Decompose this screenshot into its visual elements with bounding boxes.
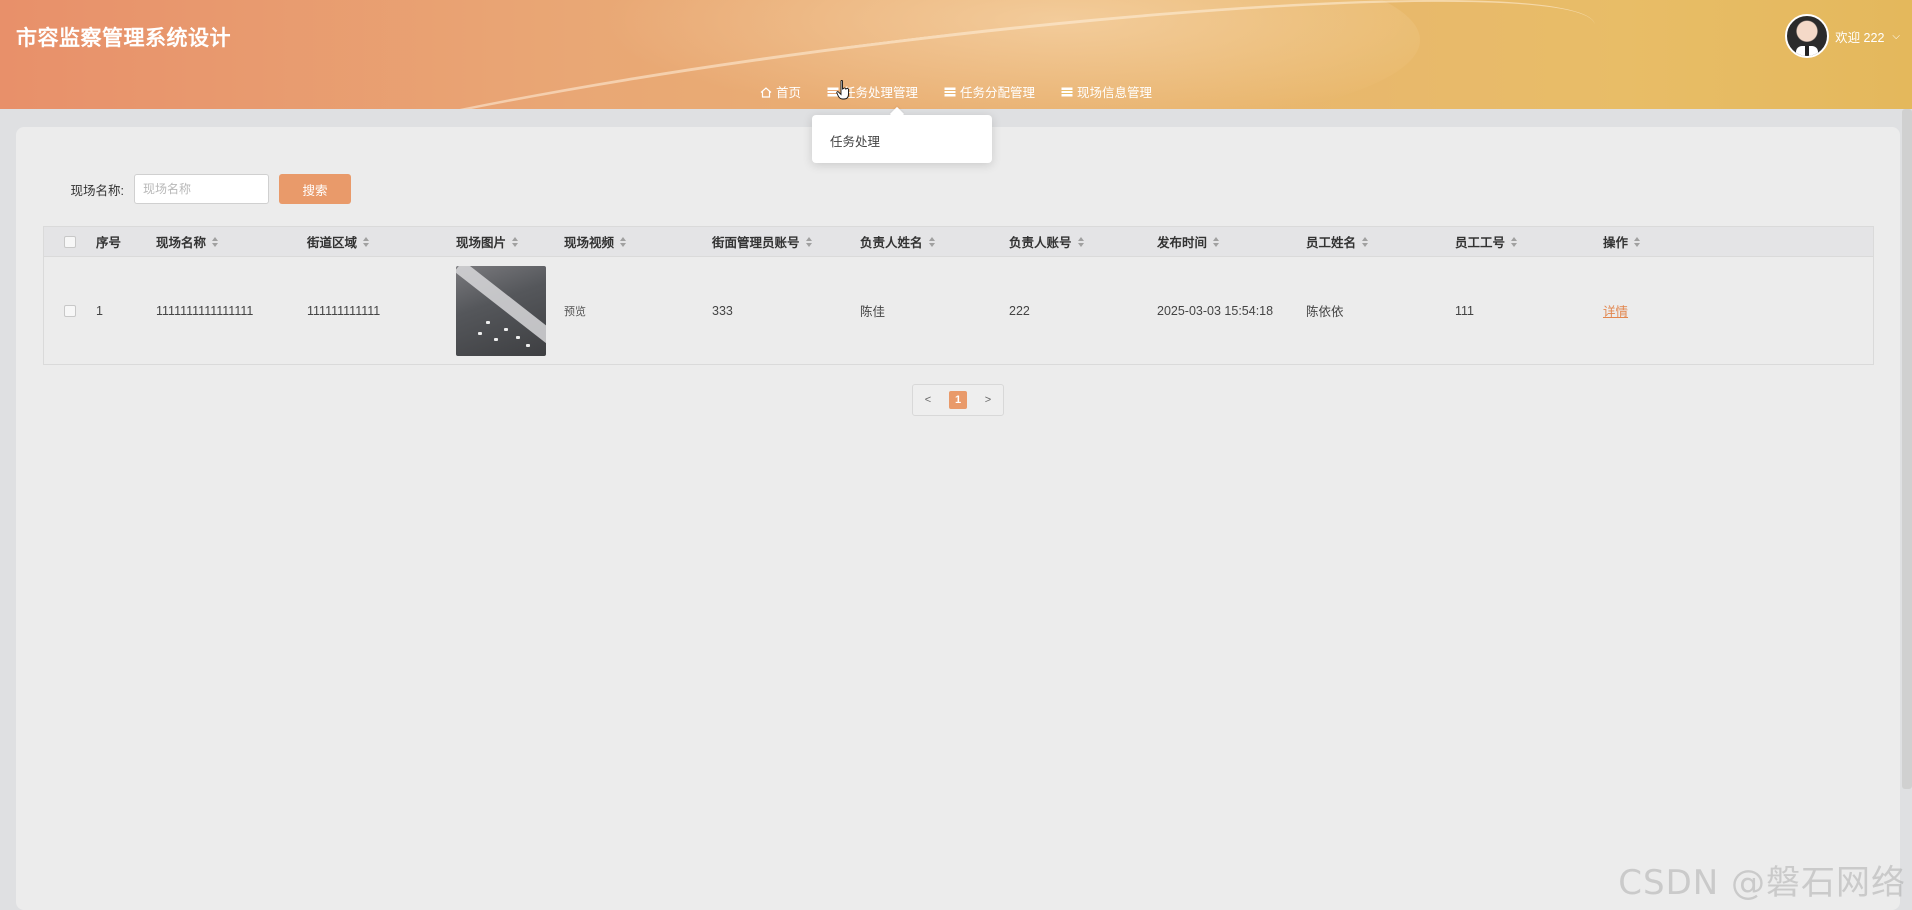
cell-employee-name: 陈依依: [1306, 305, 1344, 319]
home-icon: [760, 86, 772, 98]
column-header[interactable]: 负责人账号: [1007, 232, 1155, 251]
column-header[interactable]: 发布时间: [1155, 232, 1304, 251]
detail-link[interactable]: 详情: [1603, 301, 1628, 320]
column-header: 序号: [96, 236, 122, 250]
current-page[interactable]: 1: [949, 391, 967, 409]
nav-dropdown-menu: 任务处理: [812, 115, 992, 163]
search-bar: 现场名称: 搜索: [64, 174, 351, 204]
user-menu[interactable]: 欢迎 222 ⌵: [1785, 14, 1900, 58]
watermark: CSDN @磐石网络: [1618, 863, 1906, 903]
table-header: 序号 现场名称 街道区域 现场图片 现场视频 街面管理员账号 负责人姓名 负责人…: [44, 227, 1873, 257]
cell-site-image: [454, 265, 562, 356]
cell-street-admin-account: 333: [712, 303, 733, 318]
cell-site-name: 1111111111111111: [156, 303, 254, 318]
select-all-checkbox[interactable]: [44, 235, 94, 248]
cell-publish-time: 2025-03-03 15:54:18: [1157, 303, 1274, 318]
sort-icon[interactable]: [1077, 236, 1084, 247]
search-button[interactable]: 搜索: [279, 174, 351, 204]
list-icon: [1061, 87, 1073, 97]
column-header[interactable]: 员工姓名: [1304, 232, 1453, 251]
cell-street-area: 111111111111: [307, 303, 381, 318]
nav-label-site-info: 现场信息管理: [1077, 86, 1153, 100]
sort-icon[interactable]: [1511, 236, 1518, 247]
column-header[interactable]: 现场视频: [562, 232, 710, 251]
nav-item-home[interactable]: 首页: [760, 82, 801, 101]
list-icon: [944, 87, 956, 97]
chevron-down-icon[interactable]: ⌵: [1892, 31, 1900, 42]
column-header[interactable]: 街面管理员账号: [710, 232, 858, 251]
column-header[interactable]: 街道区域: [305, 232, 454, 251]
data-table: 序号 现场名称 街道区域 现场图片 现场视频 街面管理员账号 负责人姓名 负责人…: [43, 226, 1874, 365]
cell-actions: 详情: [1601, 301, 1751, 320]
scene-photo-thumbnail[interactable]: [456, 265, 546, 356]
search-input[interactable]: [134, 174, 269, 204]
page-scrollbar[interactable]: [1902, 109, 1912, 789]
column-header[interactable]: 操作: [1601, 232, 1751, 251]
cell-leader-name: 陈佳: [860, 305, 886, 319]
sort-icon[interactable]: [805, 236, 812, 247]
table-row: 1 1111111111111111 111111111111 预览 333 陈…: [44, 257, 1873, 364]
next-page-button[interactable]: >: [973, 385, 1003, 415]
nav-item-site-info[interactable]: 现场信息管理: [1061, 82, 1152, 101]
cell-index: 1: [96, 303, 103, 318]
row-checkbox[interactable]: [44, 304, 94, 317]
sort-icon[interactable]: [1634, 236, 1641, 247]
dropdown-item-task-processing[interactable]: 任务处理: [830, 131, 974, 150]
sort-icon[interactable]: [363, 236, 370, 247]
nav-label-home: 首页: [776, 86, 802, 100]
cell-leader-account: 222: [1009, 303, 1030, 318]
user-greeting[interactable]: 欢迎 222: [1835, 27, 1884, 46]
app-title: 市容监察管理系统设计: [16, 27, 231, 50]
cell-employee-no: 111: [1455, 303, 1475, 318]
sort-icon[interactable]: [928, 236, 935, 247]
hand-cursor-icon: [836, 80, 849, 100]
nav-label-task-assignment: 任务分配管理: [960, 86, 1036, 100]
pagination: < 1 >: [912, 384, 1004, 416]
top-header: 市容监察管理系统设计 首页 任务处理管理 任务分配管理 现场信息管理 欢迎 22…: [0, 0, 1912, 109]
main-nav: 首页 任务处理管理 任务分配管理 现场信息管理: [760, 82, 1152, 101]
column-header[interactable]: 负责人姓名: [858, 232, 1007, 251]
avatar[interactable]: [1785, 14, 1830, 58]
sort-icon[interactable]: [512, 236, 519, 247]
sort-icon[interactable]: [620, 236, 627, 247]
column-header[interactable]: 现场图片: [454, 232, 562, 251]
sort-icon[interactable]: [1362, 236, 1369, 247]
content-card: 现场名称: 搜索 序号 现场名称 街道区域 现场图片 现场视频 街面管理员账号 …: [16, 127, 1900, 910]
column-header[interactable]: 员工工号: [1453, 232, 1601, 251]
sort-icon[interactable]: [1213, 236, 1220, 247]
video-preview-link[interactable]: 预览: [562, 303, 710, 319]
prev-page-button[interactable]: <: [913, 385, 943, 415]
nav-label-task-processing: 任务处理管理: [843, 86, 919, 100]
column-header[interactable]: 现场名称: [154, 232, 305, 251]
sort-icon[interactable]: [212, 236, 219, 247]
nav-item-task-assignment[interactable]: 任务分配管理: [944, 82, 1035, 101]
search-label: 现场名称:: [70, 183, 124, 198]
